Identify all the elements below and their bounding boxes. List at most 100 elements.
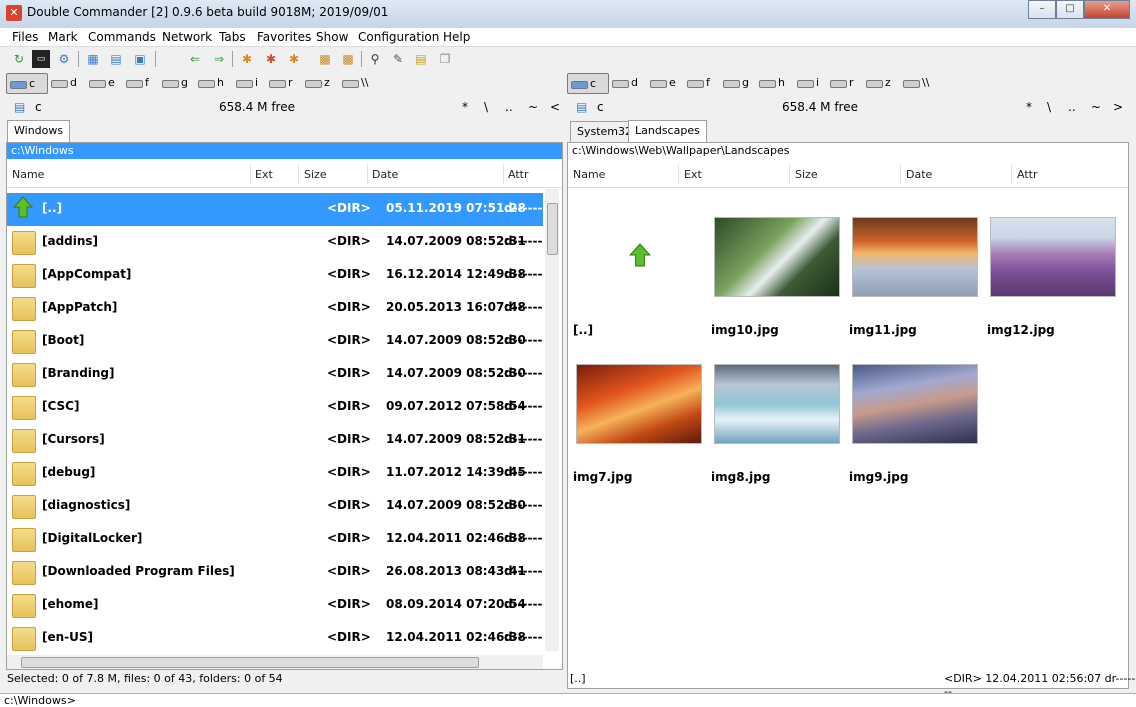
col-name[interactable]: Name (12, 168, 44, 181)
copy-names-icon[interactable]: ❐ (436, 50, 454, 68)
menu-configuration[interactable]: Configuration (358, 30, 439, 44)
left-nav-up[interactable]: .. (505, 100, 513, 114)
col-size[interactable]: Size (795, 168, 818, 181)
copy-right-icon[interactable]: ⇒ (210, 50, 228, 68)
multi-rename-icon[interactable]: ✱ (238, 50, 256, 68)
col-date[interactable]: Date (372, 168, 398, 181)
drive-g-button[interactable]: g (159, 73, 188, 92)
network-drive-button[interactable]: \\ (339, 73, 368, 92)
table-row[interactable]: [DigitalLocker] <DIR> 12.04.2011 02:46:38 d… (7, 523, 543, 556)
right-nav-root[interactable]: * (1026, 100, 1032, 114)
menu-network[interactable]: Network (162, 30, 212, 44)
title-bar: ✕ Double Commander [2] 0.9.6 beta build … (0, 0, 1136, 29)
drive-r-button[interactable]: r (266, 73, 293, 92)
col-attr[interactable]: Attr (1017, 168, 1037, 181)
left-drive-label[interactable]: c (35, 100, 42, 114)
table-row[interactable]: [AppCompat] <DIR> 16.12.2014 12:49:38 d----… (7, 259, 543, 292)
pack-icon[interactable]: ▩ (316, 50, 334, 68)
drive-d-button[interactable]: d (48, 73, 77, 92)
table-row[interactable]: [diagnostics] <DIR> 14.07.2009 08:52:30 d--… (7, 490, 543, 523)
network-drive-button[interactable]: \\ (900, 73, 929, 92)
left-current-path[interactable]: c:\Windows (7, 143, 562, 159)
command-line[interactable]: c:\Windows> (0, 693, 1136, 707)
col-ext[interactable]: Ext (684, 168, 702, 181)
table-row[interactable]: [Branding] <DIR> 14.07.2009 08:52:30 d-----… (7, 358, 543, 391)
drive-d-button[interactable]: d (609, 73, 638, 92)
table-row[interactable]: [..] <DIR> 05.11.2019 07:51:28 d------ (7, 193, 543, 226)
col-attr[interactable]: Attr (508, 168, 528, 181)
sync-dirs-icon[interactable]: ✱ (285, 50, 303, 68)
tab-landscapes[interactable]: Landscapes (628, 120, 707, 143)
table-row[interactable]: [Downloaded Program Files] <DIR> 26.08.201… (7, 556, 543, 589)
col-name[interactable]: Name (573, 168, 605, 181)
table-row[interactable]: [CSC] <DIR> 09.07.2012 07:58:54 d------ (7, 391, 543, 424)
menu-bar: Files Mark Commands Network Tabs Favorit… (0, 28, 1136, 47)
right-drive-info: ▤ c 658.4 M free * \ .. ~ > (576, 100, 1124, 118)
drive-h-button[interactable]: h (195, 73, 224, 92)
drive-c-button[interactable]: c (6, 73, 48, 94)
drive-e-button[interactable]: e (86, 73, 115, 92)
left-vertical-scrollbar[interactable] (545, 189, 559, 651)
edit-icon[interactable]: ✎ (389, 50, 407, 68)
full-view-icon[interactable]: ▤ (107, 50, 125, 68)
menu-favorites[interactable]: Favorites (257, 30, 311, 44)
right-nav-backslash[interactable]: \ (1047, 100, 1051, 114)
drive-f-button[interactable]: f (123, 73, 149, 92)
right-nav-history[interactable]: > (1113, 100, 1123, 114)
menu-files[interactable]: Files (12, 30, 38, 44)
search-icon[interactable]: ⚲ (366, 50, 384, 68)
col-ext[interactable]: Ext (255, 168, 273, 181)
minimize-button[interactable]: – (1028, 0, 1056, 19)
refresh-icon[interactable]: ↻ (10, 50, 28, 68)
table-row[interactable]: [Cursors] <DIR> 14.07.2009 08:52:31 d------ (7, 424, 543, 457)
menu-tabs[interactable]: Tabs (219, 30, 246, 44)
drive-r-button[interactable]: r (827, 73, 854, 92)
table-row[interactable]: [Boot] <DIR> 14.07.2009 08:52:30 d------ (7, 325, 543, 358)
close-button[interactable]: ✕ (1084, 0, 1130, 19)
command-prompt: c:\Windows> (4, 694, 76, 707)
drive-z-button[interactable]: z (302, 73, 330, 92)
menu-mark[interactable]: Mark (48, 30, 78, 44)
drive-c-button[interactable]: c (567, 73, 609, 94)
drive-f-button[interactable]: f (684, 73, 710, 92)
folder-icon (12, 528, 36, 552)
delete-icon[interactable]: ✱ (262, 50, 280, 68)
right-drive-label[interactable]: c (597, 100, 604, 114)
right-current-path[interactable]: c:\Windows\Web\Wallpaper\Landscapes (568, 143, 1128, 159)
folder-icon (12, 495, 36, 519)
table-row[interactable]: [addins] <DIR> 14.07.2009 08:52:31 d------ (7, 226, 543, 259)
tab-windows[interactable]: Windows (7, 120, 71, 143)
file-list-icon[interactable]: ▤ (412, 50, 430, 68)
table-row[interactable]: [AppPatch] <DIR> 20.05.2013 16:07:48 d-----… (7, 292, 543, 325)
options-icon[interactable]: ⚙ (55, 50, 73, 68)
table-row[interactable]: [ehome] <DIR> 08.09.2014 07:20:54 d------ (7, 589, 543, 622)
menu-help[interactable]: Help (443, 30, 470, 44)
drive-i-button[interactable]: i (233, 73, 258, 92)
up-arrow-icon (13, 196, 33, 218)
unpack-icon[interactable]: ▩ (339, 50, 357, 68)
col-date[interactable]: Date (906, 168, 932, 181)
left-nav-history[interactable]: < (550, 100, 560, 114)
drive-e-button[interactable]: e (647, 73, 676, 92)
table-row[interactable]: [debug] <DIR> 11.07.2012 14:39:45 d------ (7, 457, 543, 490)
left-horizontal-scrollbar[interactable] (7, 655, 543, 669)
drive-h-button[interactable]: h (756, 73, 785, 92)
drive-g-button[interactable]: g (720, 73, 749, 92)
drive-z-button[interactable]: z (863, 73, 891, 92)
left-nav-root[interactable]: * (462, 100, 468, 114)
table-row[interactable]: [en-US] <DIR> 12.04.2011 02:46:38 d------ (7, 622, 543, 655)
menu-show[interactable]: Show (316, 30, 348, 44)
drive-i-button[interactable]: i (794, 73, 819, 92)
folder-icon (12, 363, 36, 387)
brief-view-icon[interactable]: ▦ (84, 50, 102, 68)
thumbnail-view-icon[interactable]: ▣ (131, 50, 149, 68)
left-nav-backslash[interactable]: \ (484, 100, 488, 114)
copy-left-icon[interactable]: ⇐ (186, 50, 204, 68)
right-nav-up[interactable]: .. (1068, 100, 1076, 114)
left-nav-home[interactable]: ~ (528, 100, 538, 114)
col-size[interactable]: Size (304, 168, 327, 181)
menu-commands[interactable]: Commands (88, 30, 156, 44)
right-nav-home[interactable]: ~ (1091, 100, 1101, 114)
terminal-icon[interactable]: ▭ (32, 50, 50, 68)
maximize-button[interactable]: □ (1056, 0, 1084, 19)
